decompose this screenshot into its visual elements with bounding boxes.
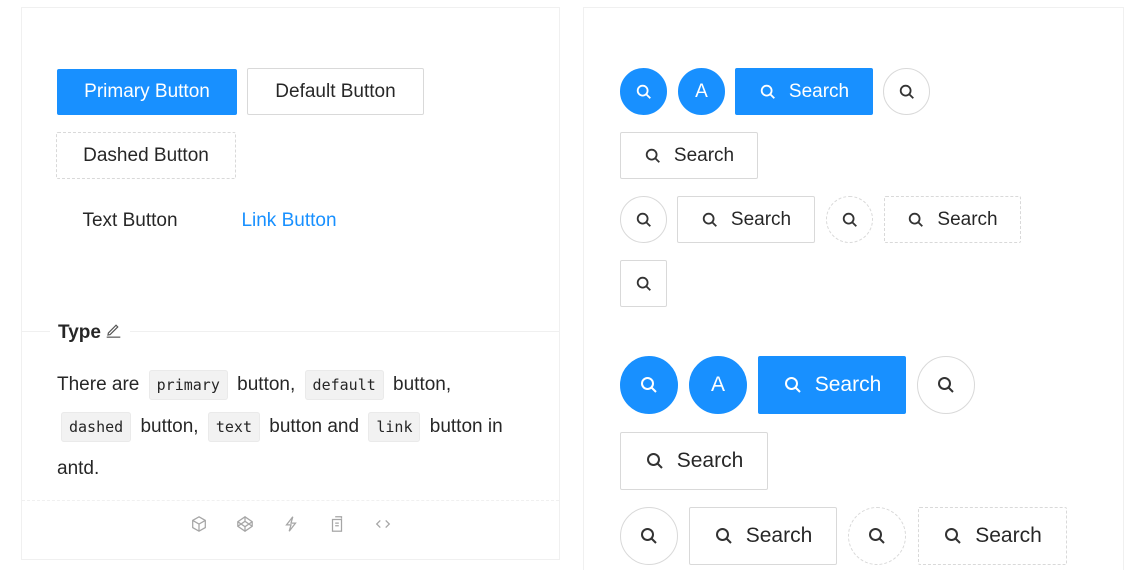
- button-label: Search: [673, 144, 735, 166]
- default-button[interactable]: Default Button: [247, 68, 424, 115]
- dashed-button[interactable]: Dashed Button: [56, 132, 236, 179]
- button-label: Search: [937, 208, 998, 230]
- default-search-button-large[interactable]: Search: [689, 507, 837, 565]
- section-title: Type: [50, 321, 130, 344]
- codepen-icon[interactable]: [236, 515, 254, 533]
- button-label: Search: [975, 524, 1042, 547]
- search-icon: [702, 212, 717, 227]
- primary-search-button[interactable]: Search: [735, 68, 873, 115]
- edit-icon[interactable]: [105, 321, 122, 344]
- code-link: link: [368, 412, 421, 442]
- desc-text: button,: [393, 374, 452, 395]
- dashed-search-button[interactable]: Search: [884, 196, 1021, 243]
- search-icon: [645, 148, 660, 163]
- code-dashed: dashed: [61, 412, 132, 442]
- default-circle-search-button-large[interactable]: [620, 507, 678, 565]
- copy-icon[interactable]: [328, 515, 346, 533]
- search-icon: [945, 528, 961, 544]
- button-letter: A: [710, 373, 725, 396]
- search-icon: [636, 212, 651, 227]
- default-circle-search-button[interactable]: [883, 68, 930, 115]
- desc-text: button,: [237, 374, 296, 395]
- default-search-button[interactable]: Search: [677, 196, 815, 243]
- section-title-text: Type: [58, 321, 101, 343]
- button-label: Search: [676, 449, 744, 472]
- default-circle-search-button[interactable]: [620, 196, 667, 243]
- search-icon: [784, 377, 801, 393]
- search-icon: [842, 212, 857, 227]
- search-icon: [909, 212, 924, 227]
- primary-search-button-large[interactable]: Search: [758, 356, 906, 414]
- button-label: Search: [745, 524, 813, 547]
- button-type-demo-card: Primary Button Default Button Dashed But…: [21, 7, 560, 560]
- search-icon: [646, 453, 663, 469]
- button-label: Search: [730, 208, 792, 230]
- primary-button[interactable]: Primary Button: [57, 69, 237, 115]
- section-description: There are primary button, default button…: [57, 364, 527, 489]
- default-search-icon-button[interactable]: [620, 260, 667, 307]
- codesandbox-icon[interactable]: [190, 515, 208, 533]
- code-icon[interactable]: [374, 515, 392, 533]
- dashed-search-button-large[interactable]: Search: [918, 507, 1067, 565]
- search-icon: [760, 84, 775, 99]
- button-letter: A: [695, 80, 708, 102]
- default-circle-search-button-large[interactable]: [917, 356, 975, 414]
- text-button[interactable]: Text Button: [56, 197, 204, 244]
- actions-divider: [22, 500, 559, 501]
- button-label: Search: [788, 80, 850, 102]
- desc-text: button,: [140, 416, 199, 437]
- thunderbolt-icon[interactable]: [282, 515, 300, 533]
- search-icon: [899, 84, 914, 99]
- search-icon: [636, 276, 651, 291]
- dashed-circle-search-button-large[interactable]: [848, 507, 906, 565]
- search-icon: [641, 528, 657, 544]
- icon-button-demo-card: A Search Search Search Search A Search S…: [583, 7, 1124, 570]
- button-label: Search: [814, 373, 882, 396]
- search-icon: [641, 377, 657, 393]
- link-button[interactable]: Link Button: [219, 197, 359, 244]
- code-primary: primary: [148, 370, 228, 400]
- primary-circle-search-button-large[interactable]: [620, 356, 678, 414]
- search-icon: [636, 84, 651, 99]
- primary-circle-text-button-large[interactable]: A: [689, 356, 747, 414]
- default-search-button-large[interactable]: Search: [620, 432, 768, 490]
- search-icon: [869, 528, 885, 544]
- primary-circle-text-button[interactable]: A: [678, 68, 725, 115]
- desc-text: There are: [57, 374, 140, 395]
- dashed-circle-search-button[interactable]: [826, 196, 873, 243]
- code-text: text: [207, 412, 260, 442]
- default-search-button[interactable]: Search: [620, 132, 758, 179]
- code-default: default: [304, 370, 384, 400]
- code-actions: [22, 515, 559, 533]
- search-icon: [715, 528, 732, 544]
- search-icon: [938, 377, 954, 393]
- primary-circle-search-button[interactable]: [620, 68, 667, 115]
- desc-text: button and: [269, 416, 360, 437]
